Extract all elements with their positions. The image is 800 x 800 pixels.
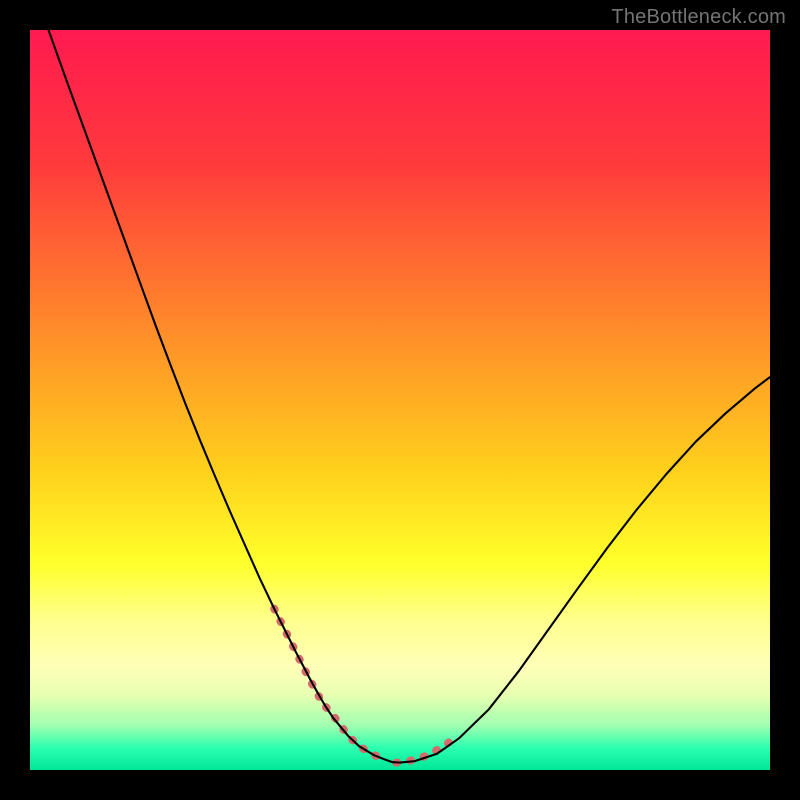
chart-svg	[30, 30, 770, 770]
plot-area	[30, 30, 770, 770]
chart-frame: TheBottleneck.com	[0, 0, 800, 800]
gradient-background	[30, 30, 770, 770]
watermark-text: TheBottleneck.com	[611, 6, 786, 29]
